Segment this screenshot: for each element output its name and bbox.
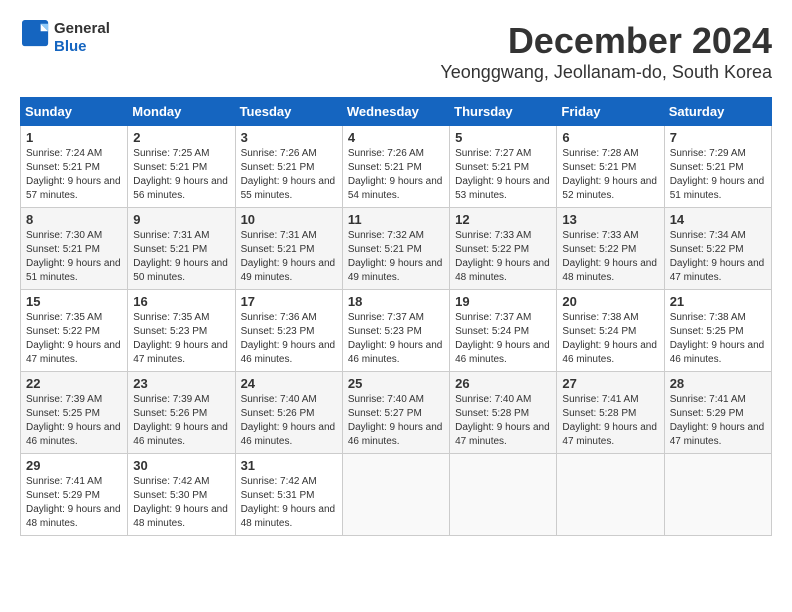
day-28: 28 Sunrise: 7:41 AMSunset: 5:29 PMDaylig… <box>664 372 771 454</box>
col-sunday: Sunday <box>21 98 128 126</box>
month-year-title: December 2024 <box>440 20 772 62</box>
col-thursday: Thursday <box>450 98 557 126</box>
day-11: 11 Sunrise: 7:32 AMSunset: 5:21 PMDaylig… <box>342 208 449 290</box>
day-15: 15 Sunrise: 7:35 AMSunset: 5:22 PMDaylig… <box>21 290 128 372</box>
calendar-table: Sunday Monday Tuesday Wednesday Thursday… <box>20 97 772 536</box>
logo: General Blue <box>20 20 110 56</box>
day-30: 30 Sunrise: 7:42 AMSunset: 5:30 PMDaylig… <box>128 454 235 536</box>
col-wednesday: Wednesday <box>342 98 449 126</box>
day-26: 26 Sunrise: 7:40 AMSunset: 5:28 PMDaylig… <box>450 372 557 454</box>
day-16: 16 Sunrise: 7:35 AMSunset: 5:23 PMDaylig… <box>128 290 235 372</box>
col-tuesday: Tuesday <box>235 98 342 126</box>
day-20: 20 Sunrise: 7:38 AMSunset: 5:24 PMDaylig… <box>557 290 664 372</box>
day-21: 21 Sunrise: 7:38 AMSunset: 5:25 PMDaylig… <box>664 290 771 372</box>
day-2: 2 Sunrise: 7:25 AMSunset: 5:21 PMDayligh… <box>128 126 235 208</box>
col-saturday: Saturday <box>664 98 771 126</box>
day-17: 17 Sunrise: 7:36 AMSunset: 5:23 PMDaylig… <box>235 290 342 372</box>
day-10: 10 Sunrise: 7:31 AMSunset: 5:21 PMDaylig… <box>235 208 342 290</box>
day-3: 3 Sunrise: 7:26 AMSunset: 5:21 PMDayligh… <box>235 126 342 208</box>
empty-cell-4 <box>664 454 771 536</box>
col-monday: Monday <box>128 98 235 126</box>
calendar-header-row: Sunday Monday Tuesday Wednesday Thursday… <box>21 98 772 126</box>
day-7: 7 Sunrise: 7:29 AMSunset: 5:21 PMDayligh… <box>664 126 771 208</box>
day-23: 23 Sunrise: 7:39 AMSunset: 5:26 PMDaylig… <box>128 372 235 454</box>
day-24: 24 Sunrise: 7:40 AMSunset: 5:26 PMDaylig… <box>235 372 342 454</box>
col-friday: Friday <box>557 98 664 126</box>
day-6: 6 Sunrise: 7:28 AMSunset: 5:21 PMDayligh… <box>557 126 664 208</box>
calendar-header: December 2024 Yeonggwang, Jeollanam-do, … <box>440 20 772 83</box>
empty-cell-2 <box>450 454 557 536</box>
day-18: 18 Sunrise: 7:37 AMSunset: 5:23 PMDaylig… <box>342 290 449 372</box>
calendar-row-1: 1 Sunrise: 7:24 AMSunset: 5:21 PMDayligh… <box>21 126 772 208</box>
calendar-row-5: 29 Sunrise: 7:41 AMSunset: 5:29 PMDaylig… <box>21 454 772 536</box>
day-29: 29 Sunrise: 7:41 AMSunset: 5:29 PMDaylig… <box>21 454 128 536</box>
location-subtitle: Yeonggwang, Jeollanam-do, South Korea <box>440 62 772 83</box>
calendar-row-4: 22 Sunrise: 7:39 AMSunset: 5:25 PMDaylig… <box>21 372 772 454</box>
generalblue-icon <box>22 20 50 48</box>
day-4: 4 Sunrise: 7:26 AMSunset: 5:21 PMDayligh… <box>342 126 449 208</box>
day-5: 5 Sunrise: 7:27 AMSunset: 5:21 PMDayligh… <box>450 126 557 208</box>
day-25: 25 Sunrise: 7:40 AMSunset: 5:27 PMDaylig… <box>342 372 449 454</box>
day-9: 9 Sunrise: 7:31 AMSunset: 5:21 PMDayligh… <box>128 208 235 290</box>
logo-blue-text: Blue <box>54 38 110 56</box>
day-31: 31 Sunrise: 7:42 AMSunset: 5:31 PMDaylig… <box>235 454 342 536</box>
day-13: 13 Sunrise: 7:33 AMSunset: 5:22 PMDaylig… <box>557 208 664 290</box>
day-22: 22 Sunrise: 7:39 AMSunset: 5:25 PMDaylig… <box>21 372 128 454</box>
day-27: 27 Sunrise: 7:41 AMSunset: 5:28 PMDaylig… <box>557 372 664 454</box>
day-19: 19 Sunrise: 7:37 AMSunset: 5:24 PMDaylig… <box>450 290 557 372</box>
empty-cell-1 <box>342 454 449 536</box>
day-14: 14 Sunrise: 7:34 AMSunset: 5:22 PMDaylig… <box>664 208 771 290</box>
logo-general-text: General <box>54 20 110 38</box>
day-12: 12 Sunrise: 7:33 AMSunset: 5:22 PMDaylig… <box>450 208 557 290</box>
day-1: 1 Sunrise: 7:24 AMSunset: 5:21 PMDayligh… <box>21 126 128 208</box>
day-8: 8 Sunrise: 7:30 AMSunset: 5:21 PMDayligh… <box>21 208 128 290</box>
calendar-row-2: 8 Sunrise: 7:30 AMSunset: 5:21 PMDayligh… <box>21 208 772 290</box>
empty-cell-3 <box>557 454 664 536</box>
calendar-row-3: 15 Sunrise: 7:35 AMSunset: 5:22 PMDaylig… <box>21 290 772 372</box>
